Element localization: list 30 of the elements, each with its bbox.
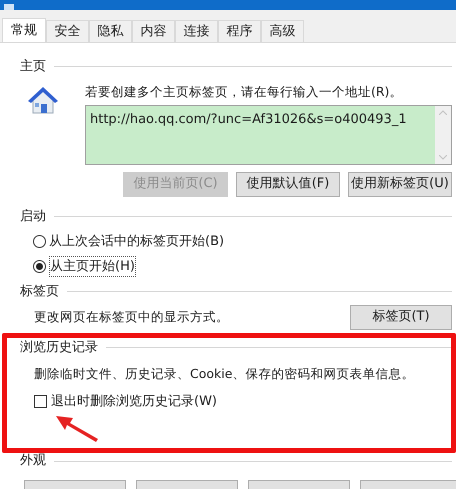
section-heading: 标签页 <box>20 283 59 301</box>
radio-button[interactable] <box>33 235 46 248</box>
tab[interactable]: 安全 <box>46 20 89 42</box>
scroll-up-icon[interactable] <box>439 110 447 114</box>
checkbox[interactable] <box>34 395 47 408</box>
section-heading: 浏览历史记录 <box>20 338 98 356</box>
description-text: 更改网页在标签页中的显示方式。 <box>34 308 229 326</box>
app-icon <box>4 4 14 10</box>
tab[interactable]: 高级 <box>261 20 304 42</box>
tab[interactable]: 常规 <box>2 18 46 42</box>
section-heading: 外观 <box>20 452 46 470</box>
section-heading: 启动 <box>20 208 46 226</box>
radio-label[interactable]: 从主页开始(H) <box>49 256 136 278</box>
checkbox-label[interactable]: 退出时删除浏览历史记录(W) <box>51 392 217 412</box>
tab[interactable]: 隐私 <box>89 20 132 42</box>
scrollbar[interactable] <box>435 106 451 164</box>
address-field[interactable]: http://hao.qq.com/?unc=Af31026&s=o400493_1 <box>85 104 452 164</box>
dialog-button[interactable]: 标签页(T) <box>350 304 452 330</box>
scroll-down-icon[interactable] <box>439 154 447 160</box>
dialog-button[interactable]: 使用新标签页(U) <box>348 172 452 196</box>
radio-label[interactable]: 从上次会话中的标签页开始(B) <box>49 232 224 252</box>
instruction-text: 若要创建多个主页标签页，请在每行输入一个地址(R)。 <box>85 82 404 100</box>
section-heading: 主页 <box>20 58 46 76</box>
tab[interactable]: 程序 <box>218 20 261 42</box>
radio-button[interactable] <box>33 260 46 273</box>
dialog-button[interactable]: 使用默认值(F) <box>236 172 340 196</box>
tab[interactable]: 连接 <box>175 20 218 42</box>
tab[interactable]: 内容 <box>132 20 175 42</box>
description-text: 删除临时文件、历史记录、Cookie、保存的密码和网页表单信息。 <box>33 365 416 383</box>
house-icon <box>26 84 60 114</box>
